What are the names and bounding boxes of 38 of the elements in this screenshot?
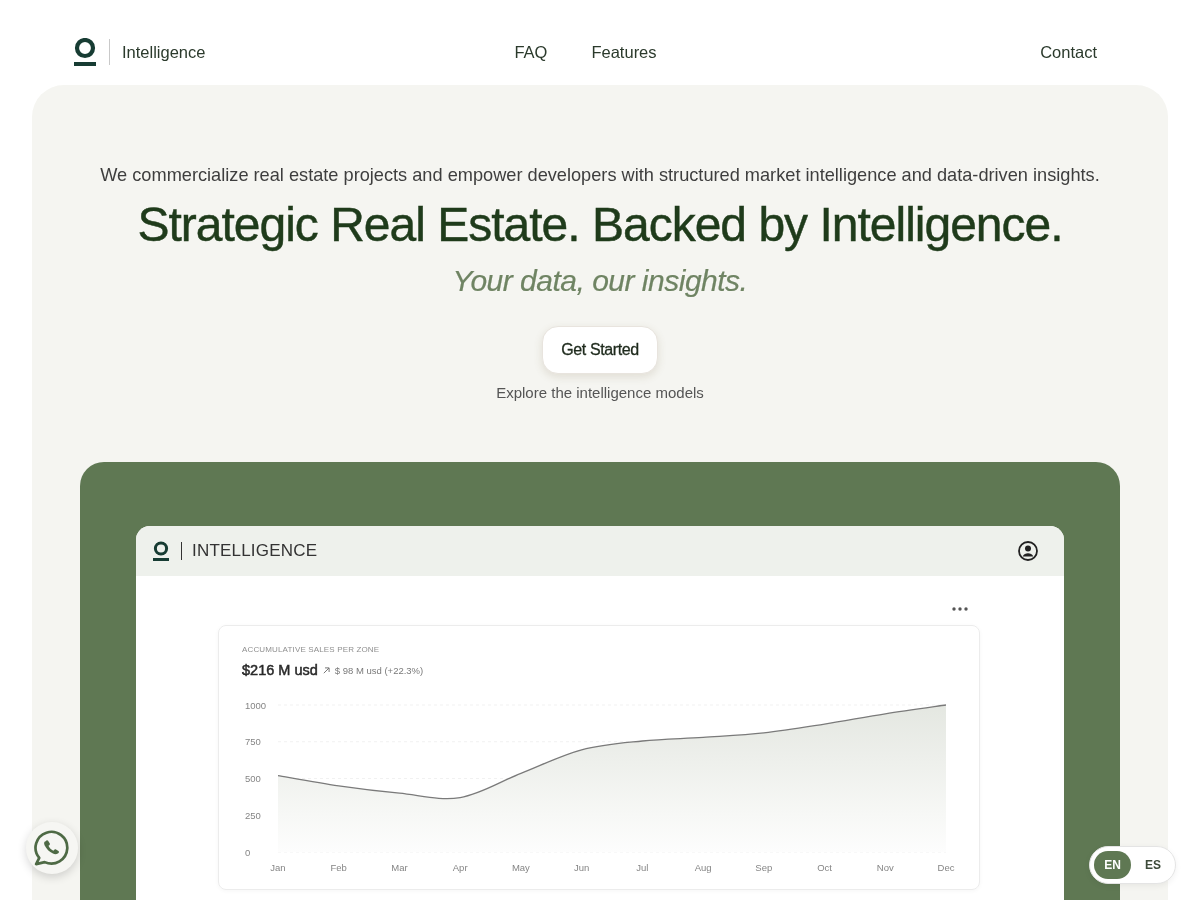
x-axis-label: Dec <box>937 861 955 873</box>
logo-icon <box>153 540 169 562</box>
chart-title: ACCUMULATIVE SALES PER ZONE <box>242 645 380 655</box>
brand-name: Intelligence <box>122 42 206 62</box>
y-axis-label: 750 <box>245 736 261 748</box>
y-axis-label: 250 <box>245 809 261 821</box>
x-axis-label: Nov <box>876 861 894 873</box>
hero-subheading: Your data, our insights. <box>452 263 748 299</box>
y-axis-label: 500 <box>245 773 261 784</box>
explore-note: Explore the intelligence models <box>496 383 704 403</box>
change-value: $ 98 M usd (+22.3%) <box>334 664 424 676</box>
tagline-text: We commercialize real estate projects and empower developers with structured market intelligence and data-driven insights. <box>100 164 1100 186</box>
user-account-icon[interactable] <box>1018 541 1038 561</box>
x-axis-label: Jan <box>270 861 286 873</box>
hero-heading: Strategic Real Estate. Backed by Intelligence. <box>137 197 1063 253</box>
x-axis-label: May <box>511 861 530 873</box>
nav-link[interactable]: Features <box>591 42 657 62</box>
x-axis-label: Aug <box>694 861 712 873</box>
trend-arrow-icon <box>322 666 330 674</box>
language-option[interactable]: EN <box>1094 851 1131 879</box>
x-axis-label: Jun <box>573 861 590 873</box>
x-axis-label: Feb <box>330 861 347 873</box>
x-axis-label: Apr <box>452 861 468 873</box>
app-brand-name: INTELLIGENCE <box>192 541 318 561</box>
x-axis-label: Sep <box>755 861 773 873</box>
nav-link[interactable]: FAQ <box>514 42 548 62</box>
language-option[interactable]: ES <box>1135 851 1171 879</box>
x-axis-label: Oct <box>817 861 832 873</box>
x-axis-label: Jul <box>636 861 649 873</box>
x-axis-label: Mar <box>391 861 408 873</box>
more-options-icon[interactable] <box>952 607 968 611</box>
y-axis-label: 1000 <box>245 699 267 711</box>
total-value: $216 M usd <box>242 662 318 678</box>
contact-link[interactable]: Contact <box>1040 42 1097 61</box>
phone-chat-bubble-icon <box>34 830 70 866</box>
y-axis-label: 0 <box>245 846 251 858</box>
logo-icon <box>74 38 96 66</box>
get-started-button[interactable]: Get Started <box>542 326 658 374</box>
